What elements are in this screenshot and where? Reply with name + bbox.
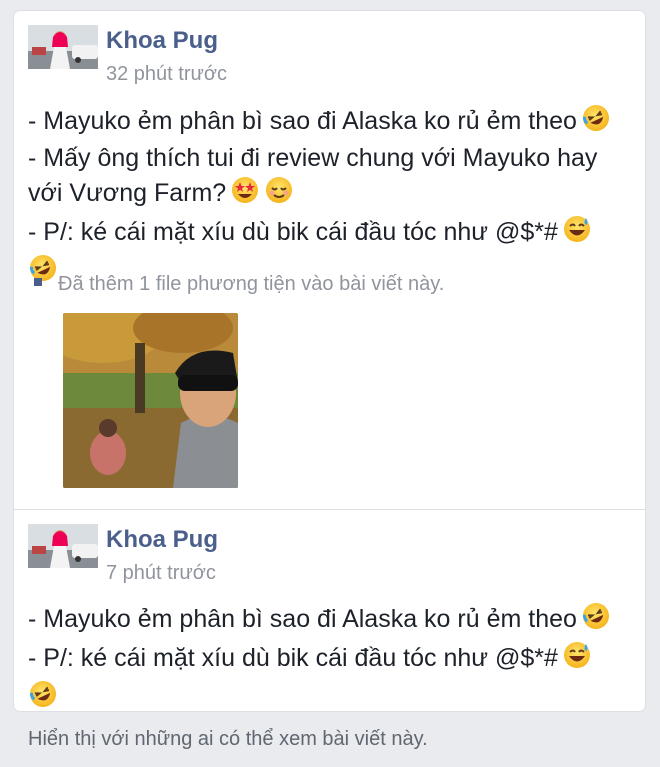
relieved-emoji-icon [264,175,294,214]
bullet-icon [34,278,42,286]
post-time[interactable]: 7 phút trước [106,562,216,585]
author-name[interactable]: Khoa Pug [106,27,218,55]
post-line: - P/: ké cái mặt xíu dù bik cái đầu tóc … [28,640,628,679]
post-line: - Mayuko ẻm phân bì sao đi Alaska ko rủ … [28,103,628,142]
post-line: - Mấy ông thích tui đi review chung với … [28,144,598,172]
post-line: - Mayuko ẻm phân bì sao đi Alaska ko rủ … [28,601,628,640]
author-name[interactable]: Khoa Pug [106,526,218,554]
post-text: - Mayuko ẻm phân bì sao đi Alaska ko rủ … [28,601,628,711]
avatar[interactable] [28,25,98,69]
post-line: - P/: ké cái mặt xíu dù bik cái đầu tóc … [28,214,628,253]
post-time[interactable]: 32 phút trước [106,63,227,86]
star-struck-emoji-icon [230,175,260,214]
post-photo[interactable] [63,313,238,488]
visibility-note: Hiển thị với những ai có thể xem bài viế… [28,728,428,750]
rofl-emoji-icon [28,679,58,711]
post-2: Khoa Pug 7 phút trước - Mayuko ẻm phân b… [14,509,645,711]
post-1: Khoa Pug 32 phút trước - Mayuko ẻm phân … [14,11,645,509]
media-added-note: Đã thêm 1 file phương tiện vào bài viết … [34,273,444,296]
avatar[interactable] [28,524,98,568]
post-line [28,679,628,711]
rofl-emoji-icon [581,601,611,640]
sweat-smile-emoji-icon [562,214,592,253]
sweat-smile-emoji-icon [562,640,592,679]
rofl-emoji-icon [581,103,611,142]
post-text: - Mayuko ẻm phân bì sao đi Alaska ko rủ … [28,103,628,292]
post-line: với Vương Farm? [28,175,628,214]
post-card: Khoa Pug 32 phút trước - Mayuko ẻm phân … [14,11,645,711]
